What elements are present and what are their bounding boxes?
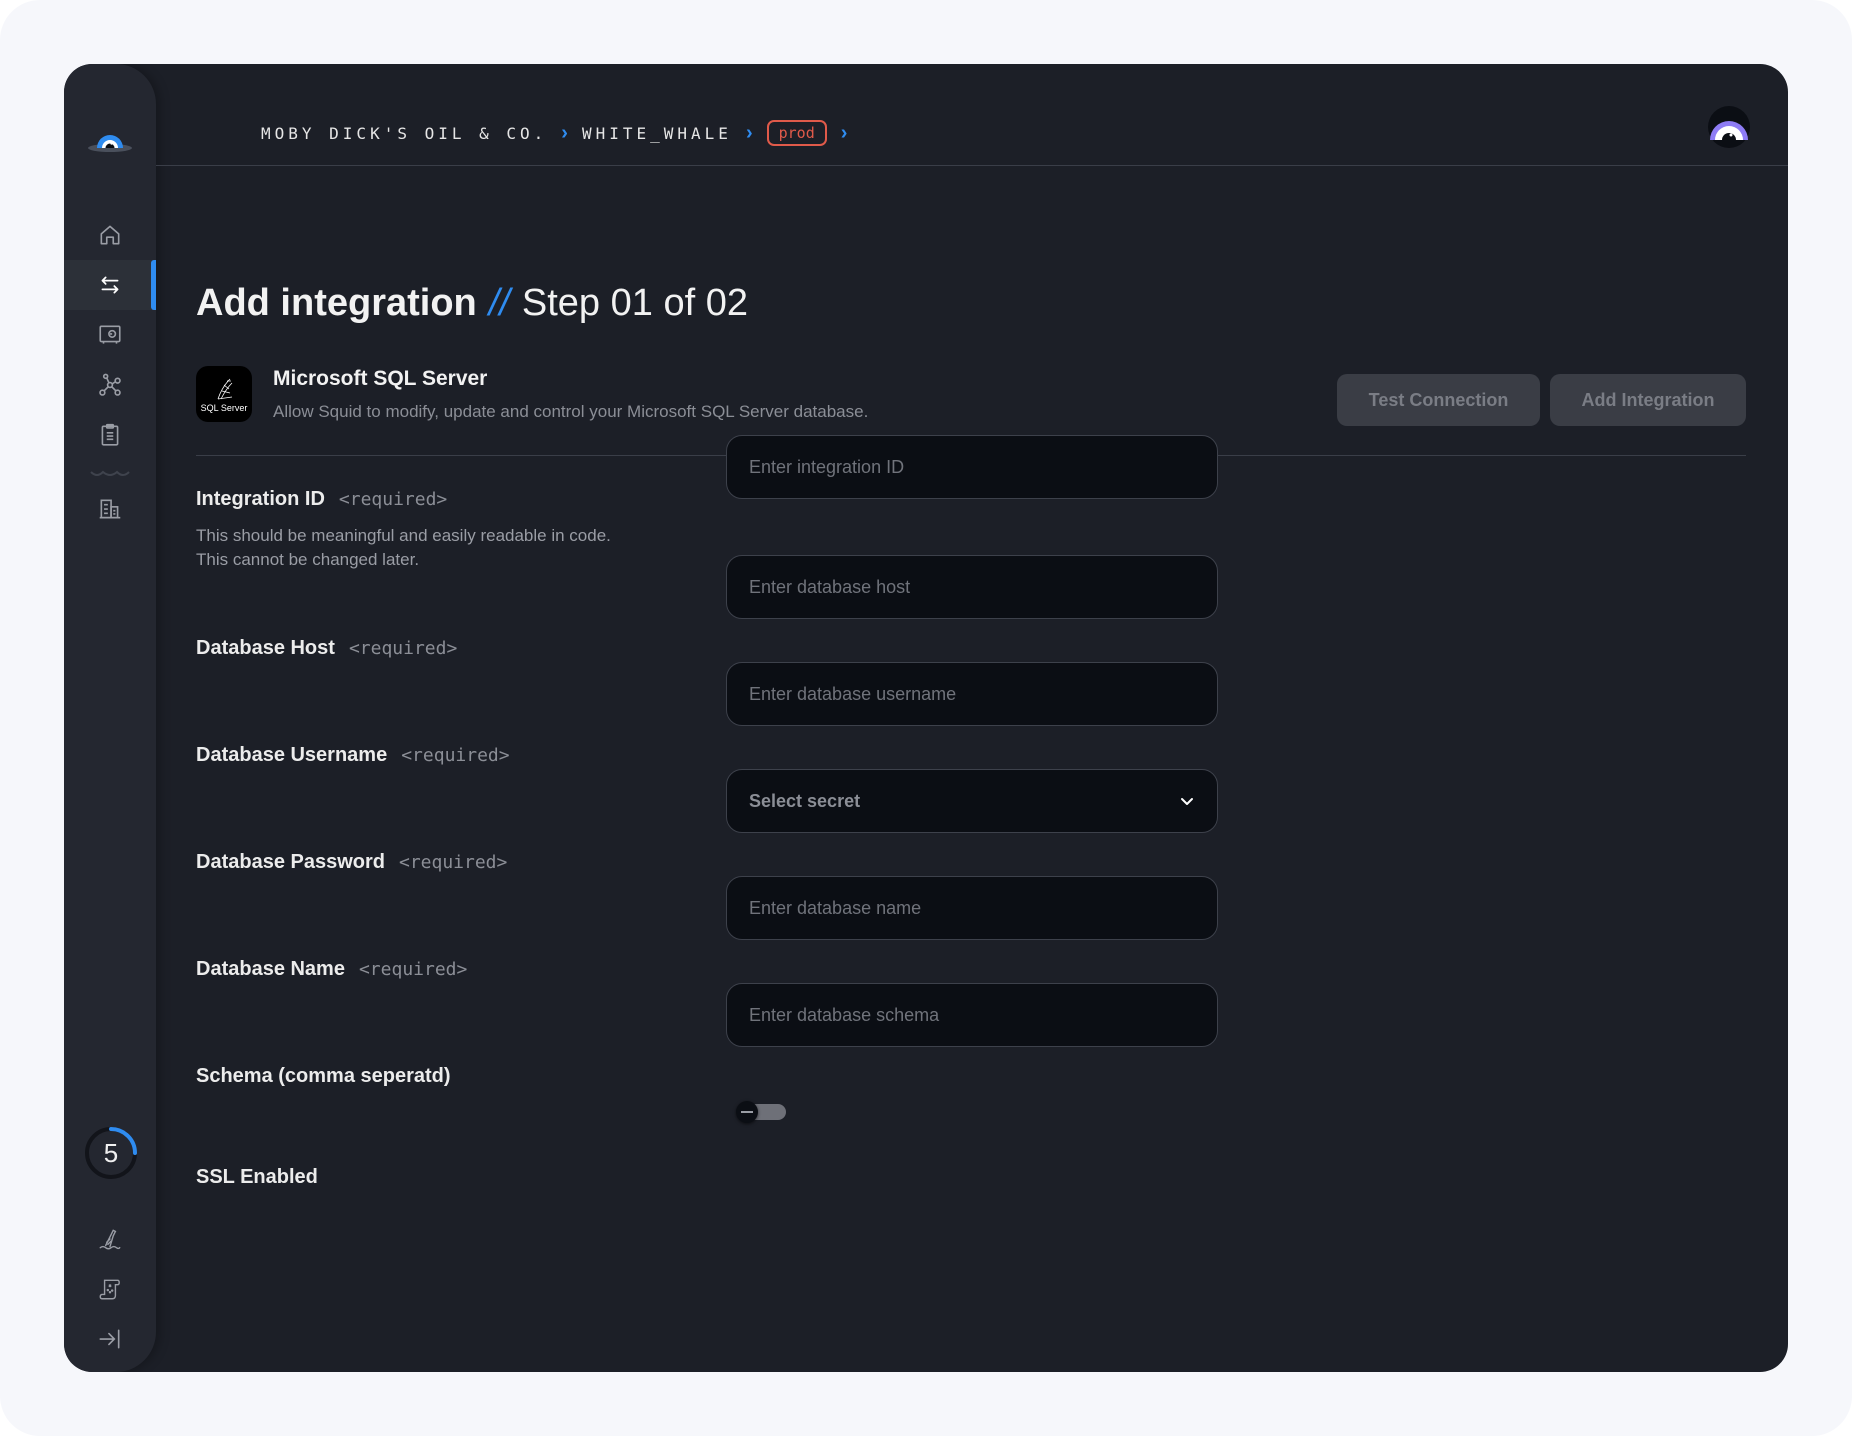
chevron-right-icon[interactable]: › bbox=[841, 123, 848, 143]
sidebar: 5 bbox=[64, 64, 156, 1372]
required-tag: <required> bbox=[358, 959, 468, 980]
app-window: 5 MOBY DICK'S OIL & CO. › WHITE_WHALE › … bbox=[64, 64, 1788, 1372]
breadcrumb-project[interactable]: WHITE_WHALE bbox=[582, 124, 732, 143]
chevron-down-icon bbox=[1181, 798, 1193, 805]
sidebar-item-network[interactable] bbox=[64, 360, 156, 410]
squid-logo-icon[interactable] bbox=[86, 124, 134, 154]
breadcrumb: MOBY DICK'S OIL & CO. › WHITE_WHALE › pr… bbox=[261, 120, 847, 146]
ssl-toggle[interactable] bbox=[736, 1101, 786, 1123]
collapse-sidebar-icon bbox=[99, 1329, 120, 1349]
integration-description: Allow Squid to modify, update and contro… bbox=[273, 402, 869, 421]
sidebar-item-secrets[interactable] bbox=[64, 310, 156, 360]
add-integration-button[interactable]: Add Integration bbox=[1550, 374, 1746, 426]
required-tag: <required> bbox=[348, 638, 458, 659]
sidebar-item-clipboard[interactable] bbox=[64, 410, 156, 460]
field-label-text: Database Password bbox=[196, 851, 385, 873]
field-label-text: Database Username bbox=[196, 744, 388, 766]
field-label-text: SSL Enabled bbox=[196, 1166, 318, 1188]
sidebar-item-home[interactable] bbox=[64, 210, 156, 260]
database-password-label: Database Password <required> bbox=[196, 851, 507, 874]
field-label-text: Database Host bbox=[196, 637, 335, 659]
schema-input[interactable] bbox=[726, 983, 1218, 1047]
field-label-text: Integration ID bbox=[196, 488, 325, 510]
progress-count: 5 bbox=[103, 1137, 119, 1168]
page-title-main: Add integration bbox=[196, 282, 477, 324]
collapse-sidebar-button[interactable] bbox=[64, 1314, 156, 1364]
page-title: Add integration // Step 01 of 02 bbox=[196, 282, 748, 325]
sidebar-item-map[interactable] bbox=[64, 1264, 156, 1314]
network-icon bbox=[99, 373, 121, 396]
step-indicator: Step 01 of 02 bbox=[521, 282, 748, 324]
wave-divider-icon bbox=[90, 470, 130, 476]
chevron-right-icon: › bbox=[561, 122, 568, 144]
arrows-swap-icon bbox=[101, 276, 119, 294]
required-tag: <required> bbox=[401, 745, 510, 766]
sql-server-logo: SQL Server bbox=[196, 366, 252, 422]
integration-id-label: Integration ID <required> bbox=[196, 488, 447, 511]
bottle-icon bbox=[99, 1229, 121, 1250]
sql-server-logo-label: SQL Server bbox=[200, 403, 248, 413]
title-separator: // bbox=[488, 282, 510, 324]
vault-icon bbox=[99, 325, 121, 344]
database-username-label: Database Username <required> bbox=[196, 744, 510, 767]
clipboard-icon bbox=[101, 423, 119, 446]
database-password-select[interactable]: Select secret bbox=[726, 769, 1218, 833]
integration-id-help: This should be meaningful and easily rea… bbox=[196, 524, 611, 572]
test-connection-button[interactable]: Test Connection bbox=[1337, 374, 1540, 426]
breadcrumb-organization[interactable]: MOBY DICK'S OIL & CO. bbox=[261, 124, 547, 143]
toggle-knob bbox=[736, 1101, 758, 1123]
chevron-right-icon: › bbox=[745, 122, 753, 144]
integration-id-input[interactable] bbox=[726, 435, 1218, 499]
sidebar-item-integrations[interactable] bbox=[64, 260, 156, 310]
sidebar-item-organization[interactable] bbox=[64, 484, 156, 534]
ssl-enabled-label: SSL Enabled bbox=[196, 1166, 318, 1189]
sql-server-icon bbox=[217, 378, 233, 400]
home-icon bbox=[100, 225, 120, 245]
database-name-input[interactable] bbox=[726, 876, 1218, 940]
scroll-map-icon bbox=[99, 1279, 120, 1300]
database-host-label: Database Host <required> bbox=[196, 637, 457, 660]
environment-badge[interactable]: prod bbox=[766, 120, 827, 146]
database-username-input[interactable] bbox=[726, 662, 1218, 726]
integration-name: Microsoft SQL Server bbox=[273, 367, 488, 390]
database-name-label: Database Name <required> bbox=[196, 958, 467, 981]
sidebar-item-bottle[interactable] bbox=[64, 1214, 156, 1264]
help-text-line: This should be meaningful and easily rea… bbox=[196, 526, 611, 545]
schema-label: Schema (comma seperatd) bbox=[196, 1065, 451, 1088]
required-tag: <required> bbox=[398, 852, 508, 873]
database-host-input[interactable] bbox=[726, 555, 1218, 619]
top-header: MOBY DICK'S OIL & CO. › WHITE_WHALE › pr… bbox=[156, 64, 1788, 166]
field-label-text: Database Name bbox=[196, 958, 345, 980]
required-tag: <required> bbox=[338, 489, 448, 510]
field-label-text: Schema (comma seperatd) bbox=[196, 1065, 451, 1087]
select-value: Select secret bbox=[749, 790, 861, 811]
help-text-line: This cannot be changed later. bbox=[196, 550, 420, 569]
user-avatar[interactable] bbox=[1708, 106, 1750, 148]
building-icon bbox=[99, 499, 121, 519]
